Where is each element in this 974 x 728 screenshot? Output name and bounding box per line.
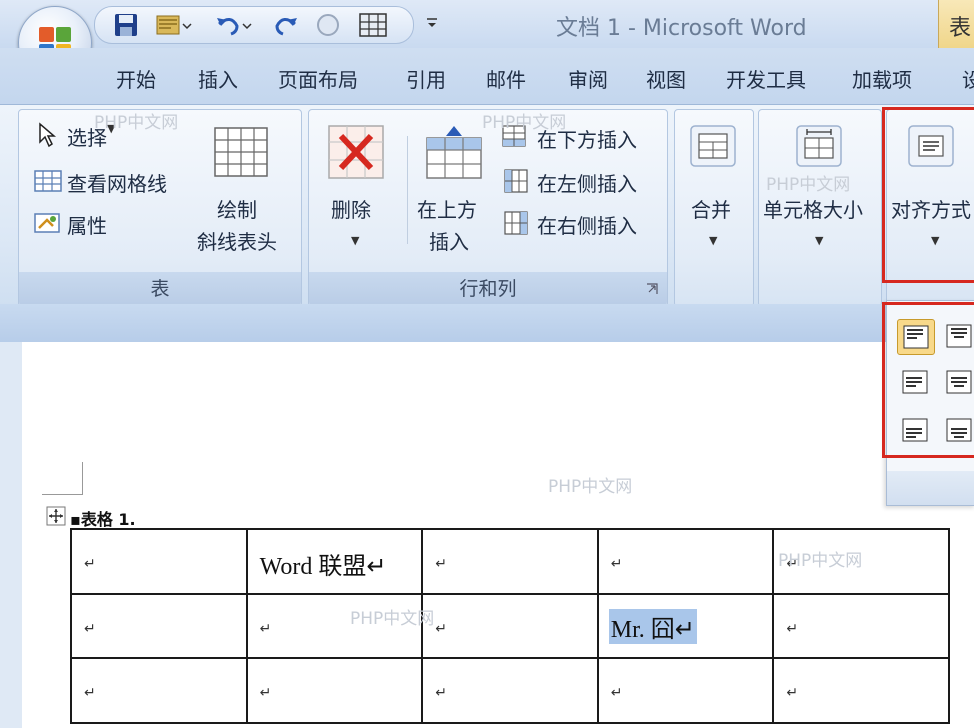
table-move-handle-icon[interactable] (46, 506, 66, 526)
context-tab-label: 表 (949, 16, 972, 41)
context-tab[interactable]: 表 (938, 0, 974, 48)
rows-columns-group-label: 行和列 (309, 272, 667, 306)
undo-icon[interactable] (213, 12, 253, 38)
chevron-down-icon: ▼ (815, 234, 824, 247)
draw-diagonal-line2[interactable]: 斜线表头 (197, 226, 277, 255)
rows-columns-group: 删除 ▼ 在上方 插入 在下方插入 在左侧插入 在右侧插入 行和列 (308, 109, 668, 307)
table-cell[interactable]: ↵ (772, 657, 950, 724)
watermark-text: PHP中文网 (778, 551, 863, 571)
merge-cells-icon (690, 125, 736, 167)
table-cell[interactable]: ↵ (421, 528, 599, 595)
watermark-text: PHP中文网 (94, 113, 179, 133)
alignment-dropdown-highlight-box (882, 302, 974, 458)
table-cell[interactable]: Mr. 囧↵ (596, 592, 775, 660)
ribbon: 选择 ▼ 查看网格线 属性 绘制 斜线表头 表 删除 ▼ 在上方 插入 在下方插… (0, 104, 974, 307)
watermark-text: PHP中文网 (350, 609, 435, 629)
title-bar: 文档 1 - Microsoft Word 表 (0, 0, 974, 48)
tab-insert[interactable]: 插入 (198, 64, 238, 93)
table-caption-text: 表格 1. (80, 510, 136, 529)
cell-text-selected: Mr. 囧↵ (608, 608, 697, 644)
draw-diagonal-line1[interactable]: 绘制 (217, 194, 257, 223)
page-margin-mark (42, 462, 83, 495)
insert-right-icon (504, 211, 528, 235)
chevron-down-icon: ▼ (351, 234, 360, 247)
separator (407, 136, 408, 244)
customize-icon[interactable] (153, 12, 193, 38)
tab-view[interactable]: 视图 (646, 64, 686, 93)
dropdown-footer (887, 471, 974, 505)
properties-button[interactable]: 属性 (67, 210, 107, 239)
table-cell[interactable]: ↵ (596, 528, 775, 595)
cell-text-word-union: Word 联盟↵ (259, 554, 387, 580)
properties-icon (34, 213, 60, 233)
cursor-icon (39, 122, 57, 148)
cell-size-button[interactable]: 单元格大小 (763, 194, 863, 223)
qat-dropdown-icon[interactable] (424, 16, 440, 32)
insert-left-button[interactable]: 在左侧插入 (537, 168, 637, 197)
merge-group: 合并 ▼ (674, 109, 754, 307)
watermark-text: PHP中文网 (548, 477, 633, 497)
table-row: ↵ ↵ ↵ Mr. 囧↵ ↵ (70, 592, 950, 660)
chevron-down-icon: ▼ (709, 234, 718, 247)
window-title: 文档 1 - Microsoft Word (556, 16, 807, 41)
tab-design[interactable]: 设 (962, 64, 974, 93)
circle-icon[interactable] (313, 12, 343, 38)
table-cell[interactable]: ↵ (421, 592, 599, 660)
watermark-text: PHP中文网 (766, 175, 851, 195)
insert-right-button[interactable]: 在右侧插入 (537, 210, 637, 239)
ribbon-tabs: 开始 插入 页面布局 引用 邮件 审阅 视图 开发工具 加载项 设 (0, 48, 974, 106)
insert-above-icon (426, 126, 482, 179)
tab-review[interactable]: 审阅 (568, 64, 608, 93)
table-grid-icon (214, 127, 268, 177)
alignment-highlight-box (882, 107, 974, 283)
delete-table-icon (328, 125, 384, 179)
table-group: 选择 ▼ 查看网格线 属性 绘制 斜线表头 表 (18, 109, 302, 307)
tab-references[interactable]: 引用 (406, 64, 446, 93)
tab-mailings[interactable]: 邮件 (486, 64, 526, 93)
tab-home[interactable]: 开始 (116, 64, 156, 93)
tab-addins[interactable]: 加载项 (852, 64, 912, 93)
table-cell[interactable]: ↵ (772, 592, 950, 660)
dialog-launcher-icon[interactable] (645, 282, 659, 296)
watermark-text: PHP中文网 (482, 113, 567, 133)
insert-left-icon (504, 169, 528, 193)
table-caption: ▪表格 1. (70, 510, 136, 529)
table-cell[interactable]: Word 联盟↵ (245, 528, 424, 595)
redo-icon[interactable] (271, 12, 301, 38)
table-cell[interactable]: ↵ (596, 657, 775, 724)
table-cell[interactable]: ↵ (70, 657, 248, 724)
table-cell[interactable]: ↵ (70, 528, 248, 595)
table-cell[interactable]: ↵ (421, 657, 599, 724)
cell-size-group: 单元格大小 ▼ (758, 109, 882, 307)
gridlines-icon (34, 170, 62, 192)
table-row: ↵ ↵ ↵ ↵ ↵ (70, 657, 950, 724)
table-group-label: 表 (19, 272, 301, 306)
save-icon[interactable] (113, 12, 141, 38)
view-gridlines-button[interactable]: 查看网格线 (67, 168, 167, 197)
ribbon-bottom-bar (0, 304, 974, 342)
quick-access-toolbar (94, 6, 414, 44)
tab-page-layout[interactable]: 页面布局 (278, 64, 358, 93)
merge-button[interactable]: 合并 (691, 194, 731, 223)
draw-table-icon[interactable] (357, 12, 391, 38)
delete-button[interactable]: 删除 (331, 194, 371, 223)
insert-above-line1[interactable]: 在上方 (417, 194, 477, 223)
insert-above-line2[interactable]: 插入 (429, 226, 469, 255)
cell-size-icon (796, 125, 842, 167)
table-cell[interactable]: ↵ (245, 657, 424, 724)
table-cell[interactable]: ↵ (70, 592, 248, 660)
tab-developer[interactable]: 开发工具 (726, 64, 806, 93)
